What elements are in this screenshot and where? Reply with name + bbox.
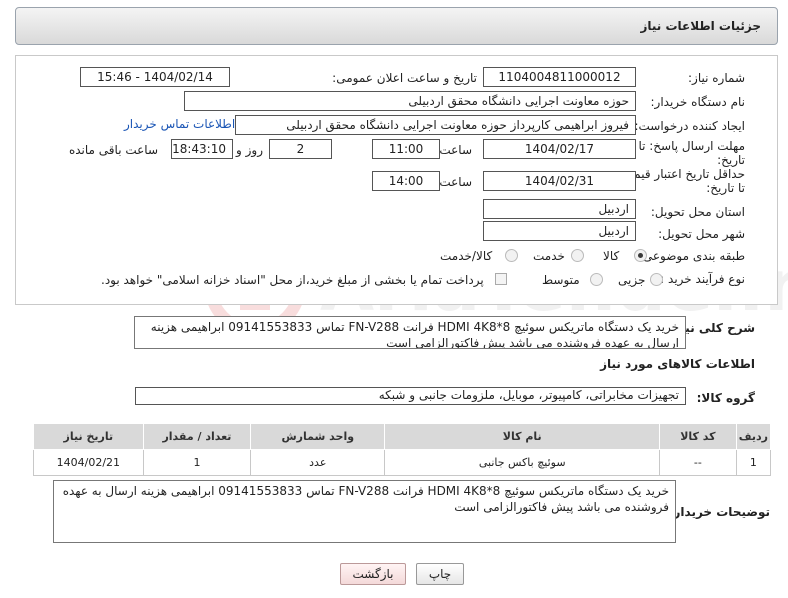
col-quantity: تعداد / مقدار xyxy=(142,423,252,450)
goods-group-label: گروه کالا: xyxy=(696,391,755,405)
buyer-notes-label: توضیحات خریدار: xyxy=(668,505,770,519)
cell-row: 1 xyxy=(735,449,772,476)
price-validity-label-date: تا تاریخ: xyxy=(706,181,745,195)
category-option-both: کالا/خدمت xyxy=(440,249,493,263)
city-label: شهر محل تحویل: xyxy=(658,227,745,241)
deadline-time-field: 11:00 xyxy=(372,139,440,159)
cell-name: سوئیچ باکس جانبی xyxy=(384,449,661,476)
price-validity-date-field: 1404/02/31 xyxy=(483,171,636,191)
cell-code: -- xyxy=(659,449,737,476)
province-label: استان محل تحویل: xyxy=(650,205,745,219)
header-panel: جزئیات اطلاعات نیاز xyxy=(15,7,778,45)
col-need-date: تاریخ نیاز xyxy=(33,423,144,450)
province-field: اردبیل xyxy=(483,199,636,219)
category-radio-service[interactable] xyxy=(571,249,584,262)
remaining-time-field: 18:43:10 xyxy=(171,139,233,159)
page-title: جزئیات اطلاعات نیاز xyxy=(640,19,761,33)
cell-unit: عدد xyxy=(250,449,386,476)
buyer-org-label: نام دستگاه خریدار: xyxy=(650,95,746,109)
category-radio-goods[interactable] xyxy=(634,249,647,262)
category-label: طبقه بندی موضوعی: xyxy=(638,249,745,263)
goods-section-title: اطلاعات کالاهای مورد نیاز xyxy=(600,357,755,371)
process-label: نوع فرآیند خرید : xyxy=(660,272,745,286)
price-validity-time-label: ساعت xyxy=(439,175,472,189)
need-number-field: 1104004811000012 xyxy=(483,67,636,87)
category-radio-both[interactable] xyxy=(505,249,518,262)
days-remaining-field: 2 xyxy=(269,139,332,159)
col-name: نام کالا xyxy=(384,423,661,450)
buyer-notes-textarea[interactable]: خرید یک دستگاه ماتریکس سوئیچ HDMI 4K8*8 … xyxy=(53,480,676,543)
col-unit: واحد شمارش xyxy=(250,423,386,450)
print-button[interactable]: چاپ xyxy=(416,563,464,585)
category-option-goods: کالا xyxy=(603,249,620,263)
goods-table-header: ردیف کد کالا نام کالا واحد شمارش تعداد /… xyxy=(33,423,772,450)
description-textarea[interactable]: خرید یک دستگاه ماتریکس سوئیچ HDMI 4K8*8 … xyxy=(134,316,686,349)
process-radio-minor[interactable] xyxy=(650,273,663,286)
treasury-payment-note: پرداخت تمام یا بخشی از مبلغ خرید،از محل … xyxy=(101,273,484,287)
creator-label: ایجاد کننده درخواست: xyxy=(634,119,745,133)
goods-table: ردیف کد کالا نام کالا واحد شمارش تعداد /… xyxy=(33,423,772,476)
cell-need-date: 1404/02/21 xyxy=(33,449,144,476)
col-code: کد کالا xyxy=(659,423,737,450)
creator-field: فیروز ابراهیمی کارپرداز حوزه معاونت اجرا… xyxy=(235,115,636,135)
process-radio-medium[interactable] xyxy=(590,273,603,286)
city-field: اردبیل xyxy=(483,221,636,241)
days-label: روز و xyxy=(236,143,263,157)
process-option-minor: جزیی xyxy=(618,273,646,287)
deadline-time-label: ساعت xyxy=(439,143,472,157)
price-validity-label: حداقل تاریخ اعتبار قیمت: xyxy=(618,167,745,181)
deadline-date-field: 1404/02/17 xyxy=(483,139,636,159)
buyer-org-field: حوزه معاونت اجرایی دانشگاه محقق اردبیلی xyxy=(184,91,636,111)
treasury-payment-checkbox[interactable] xyxy=(495,273,507,285)
col-row: ردیف xyxy=(735,423,772,450)
buyer-contact-link[interactable]: اطلاعات تماس خریدار xyxy=(124,117,235,131)
category-option-service: خدمت xyxy=(533,249,565,263)
table-row: 1 -- سوئیچ باکس جانبی عدد 1 1404/02/21 xyxy=(33,449,772,476)
cell-quantity: 1 xyxy=(142,449,252,476)
remaining-time-label: ساعت باقی مانده xyxy=(68,143,158,157)
announce-date-field: 1404/02/14 - 15:46 xyxy=(80,67,230,87)
back-button[interactable]: بازگشت xyxy=(340,563,406,585)
announce-date-label: تاریخ و ساعت اعلان عمومی: xyxy=(332,71,477,85)
goods-group-field: تجهیزات مخابراتی، کامپیوتر، موبایل، ملزو… xyxy=(135,387,686,405)
need-number-label: شماره نیاز: xyxy=(688,71,745,85)
deadline-label: مهلت ارسال پاسخ: تا xyxy=(638,139,745,153)
price-validity-time-field: 14:00 xyxy=(372,171,440,191)
deadline-label-date: تاریخ: xyxy=(717,153,745,167)
process-option-medium: متوسط xyxy=(542,273,580,287)
